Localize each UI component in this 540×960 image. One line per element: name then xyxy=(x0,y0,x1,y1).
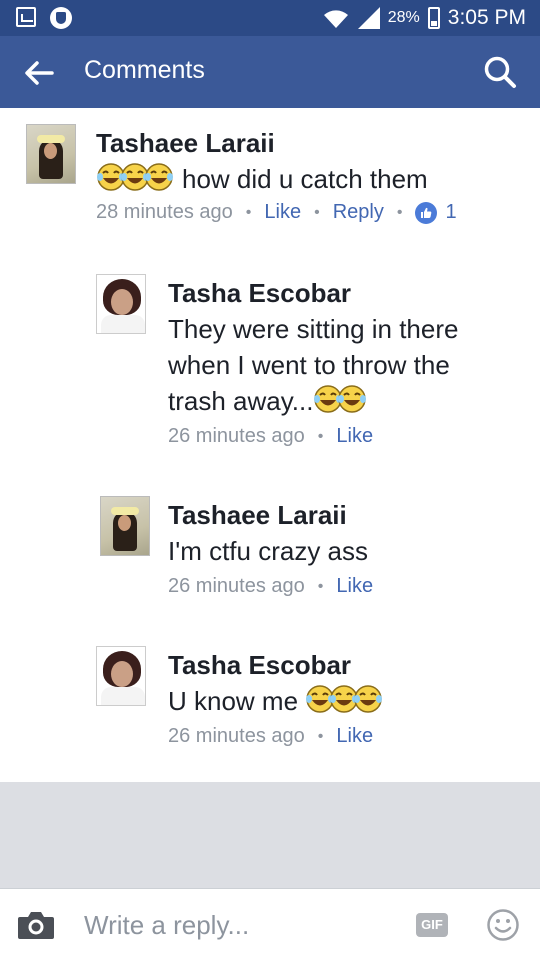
comment-timestamp: 26 minutes ago xyxy=(168,425,305,447)
comment-list: Tashaee Laraii how did u catch them 28 m… xyxy=(0,108,540,782)
reply-composer: GIF xyxy=(0,888,540,960)
like-count[interactable]: 1 xyxy=(445,201,456,224)
comment: Tashaee Laraii how did u catch them 28 m… xyxy=(0,108,540,258)
comment-author[interactable]: Tashaee Laraii xyxy=(96,128,457,159)
gallery-icon xyxy=(16,7,36,27)
gif-icon[interactable]: GIF xyxy=(416,913,448,937)
back-arrow-icon[interactable] xyxy=(22,56,56,90)
emoji-group xyxy=(313,383,367,419)
page-title: Comments xyxy=(84,56,205,84)
comment-text-line: trash away... xyxy=(168,386,314,416)
battery-percent: 28% xyxy=(387,9,420,26)
comment-text: how did u catch them xyxy=(182,164,428,194)
comment-author[interactable]: Tasha Escobar xyxy=(168,278,458,309)
laughing-tears-emoji xyxy=(145,163,173,191)
camera-icon[interactable] xyxy=(16,909,56,941)
reply-button[interactable]: Reply xyxy=(333,201,384,224)
clock: 3:05 PM xyxy=(447,6,526,29)
reply-input[interactable] xyxy=(84,907,384,943)
avatar[interactable] xyxy=(100,496,150,556)
avatar[interactable] xyxy=(96,274,146,334)
signal-icon xyxy=(357,7,380,29)
reply-comment: Tasha Escobar U know me 26 minutes ago •… xyxy=(0,640,540,770)
comment-text: U know me xyxy=(168,686,299,716)
battery-icon xyxy=(427,7,440,29)
emoji-group xyxy=(305,683,383,719)
comment-text-line: when I went to throw the xyxy=(168,350,450,380)
app-bar: Comments xyxy=(0,36,540,108)
reply-comment: Tasha Escobar They were sitting in there… xyxy=(0,268,540,468)
status-bar: 28% 3:05 PM xyxy=(0,0,540,36)
comment-timestamp: 26 minutes ago xyxy=(168,725,305,747)
like-button[interactable]: Like xyxy=(336,725,373,748)
like-button[interactable]: Like xyxy=(336,575,373,598)
avatar[interactable] xyxy=(26,124,76,184)
like-button[interactable]: Like xyxy=(336,425,373,448)
like-count-icon[interactable] xyxy=(415,201,438,224)
shield-icon xyxy=(50,7,72,29)
smiley-icon[interactable] xyxy=(486,908,520,942)
comment-author[interactable]: Tashaee Laraii xyxy=(168,500,373,531)
laughing-tears-emoji xyxy=(338,385,367,413)
laughing-tears-emoji xyxy=(354,685,383,713)
empty-area xyxy=(0,782,540,888)
avatar[interactable] xyxy=(96,646,146,706)
comment-timestamp: 28 minutes ago xyxy=(96,201,233,223)
like-button[interactable]: Like xyxy=(264,201,301,224)
comment-text-line: They were sitting in there xyxy=(168,314,459,344)
comment-author[interactable]: Tasha Escobar xyxy=(168,650,391,681)
reply-comment: Tashaee Laraii I'm ctfu crazy ass 26 min… xyxy=(0,490,540,620)
comment-timestamp: 26 minutes ago xyxy=(168,575,305,597)
wifi-icon xyxy=(323,10,348,28)
search-icon[interactable] xyxy=(482,54,518,90)
emoji-group xyxy=(96,161,173,197)
comment-text: I'm ctfu crazy ass xyxy=(168,536,369,566)
